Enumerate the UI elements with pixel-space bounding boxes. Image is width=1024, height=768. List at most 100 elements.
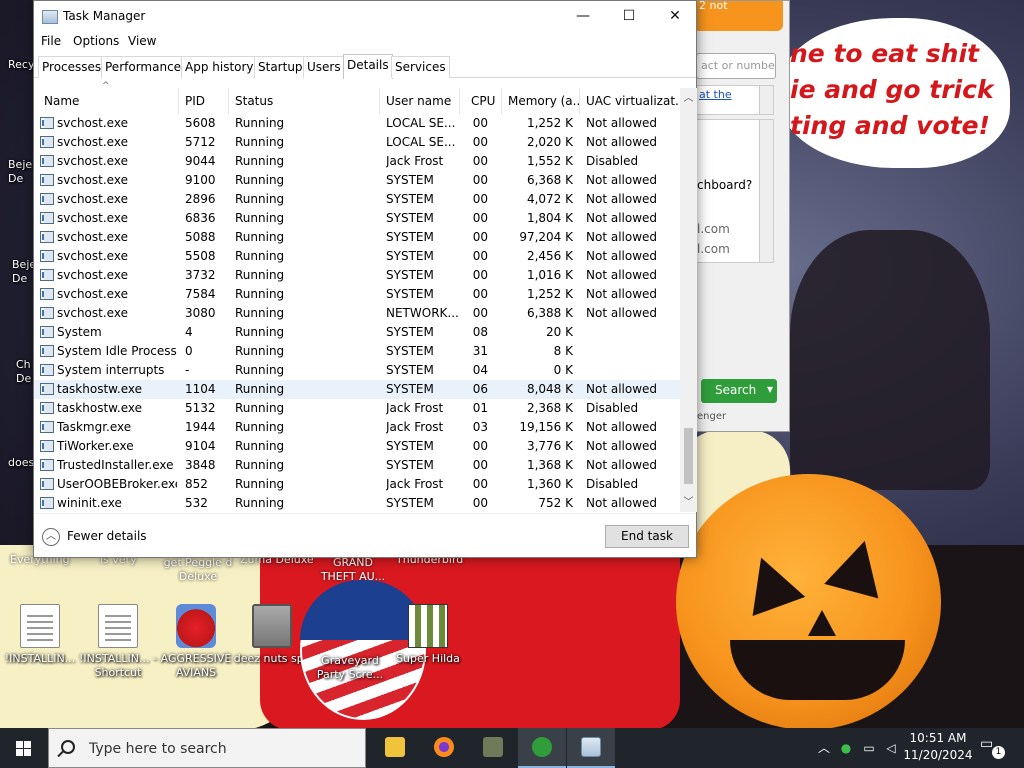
menu-file[interactable]: File bbox=[41, 34, 61, 48]
column-header-uac[interactable]: UAC virtualizat... bbox=[580, 88, 680, 114]
column-header-memory[interactable]: Memory (a... bbox=[502, 88, 580, 114]
table-row[interactable]: TiWorker.exe 9104 Running SYSTEM 00 3,776 K No… bbox=[34, 437, 680, 456]
tab-app-history[interactable]: App history bbox=[181, 56, 258, 78]
panel-scrollbar[interactable] bbox=[759, 86, 773, 114]
panel-text: chboard? bbox=[697, 178, 753, 192]
desktop-icon-installing-shortcut[interactable]: !INSTALLIN... - Shortcut bbox=[78, 604, 158, 680]
table-row[interactable]: svchost.exe 9100 Running SYSTEM 00 6,368 K Not… bbox=[34, 171, 680, 190]
table-row[interactable]: svchost.exe 6836 Running SYSTEM 00 1,804 K Not… bbox=[34, 209, 680, 228]
taskbar-search-box[interactable]: Type here to search bbox=[48, 728, 366, 768]
taskbar-task-manager[interactable] bbox=[567, 728, 615, 768]
panel-link[interactable]: at the bbox=[699, 88, 732, 101]
table-row[interactable]: svchost.exe 5088 Running SYSTEM 00 97,204 K No… bbox=[34, 228, 680, 247]
scrollbar-thumb[interactable] bbox=[684, 428, 693, 484]
desktop-icon-bejeweled-1[interactable]: Beje De bbox=[0, 158, 36, 186]
table-row[interactable]: TrustedInstaller.exe 3848 Running SYSTEM 00 1… bbox=[34, 456, 680, 475]
cell-pid: 5088 bbox=[185, 230, 216, 244]
tab-services[interactable]: Services bbox=[391, 56, 450, 78]
dropdown-arrow-icon[interactable]: ▾ bbox=[767, 382, 773, 396]
table-row[interactable]: System Idle Process 0 Running SYSTEM 31 8 K bbox=[34, 342, 680, 361]
desktop-icon-does[interactable]: does bbox=[0, 456, 36, 470]
tab-users[interactable]: Users bbox=[303, 56, 345, 78]
tab-details[interactable]: Details bbox=[343, 54, 393, 79]
table-row[interactable]: wininit.exe 532 Running SYSTEM 00 752 K Not al… bbox=[34, 494, 680, 512]
desktop-icon-bejeweled-2[interactable]: Beje De bbox=[0, 258, 36, 286]
desktop-icon-graveyard-party[interactable]: Graveyard Party Scre... bbox=[310, 654, 390, 682]
scroll-down-icon[interactable]: ﹀ bbox=[680, 494, 697, 511]
end-task-button[interactable]: End task bbox=[605, 525, 689, 548]
column-header-pid[interactable]: PID bbox=[179, 88, 229, 114]
column-header-user-name[interactable]: User name bbox=[380, 88, 460, 114]
tab-performance[interactable]: Performance bbox=[101, 56, 186, 78]
close-button[interactable]: ✕ bbox=[652, 1, 698, 32]
clock-time: 10:51 AM bbox=[909, 731, 967, 745]
process-icon bbox=[40, 174, 54, 186]
tab-processes[interactable]: Processes bbox=[38, 56, 106, 78]
desktop-icon-recycle-bin[interactable]: Recy bbox=[0, 58, 36, 72]
process-icon bbox=[40, 288, 54, 300]
chevron-up-tray-icon[interactable]: ︿ bbox=[816, 740, 832, 756]
maximize-button[interactable]: ☐ bbox=[606, 1, 652, 32]
desktop-icon-chuzzle[interactable]: Ch De bbox=[0, 358, 36, 386]
messenger-tray-icon[interactable]: ● bbox=[838, 740, 854, 756]
contact-search-input[interactable]: act or numbe bbox=[696, 53, 776, 79]
vertical-scrollbar[interactable]: ︿ ﹀ bbox=[680, 88, 697, 512]
cell-mem: 8 K bbox=[553, 344, 573, 358]
cell-mem: 8,048 K bbox=[526, 382, 573, 396]
table-row[interactable]: taskhostw.exe 1104 Running SYSTEM 06 8,048 K N… bbox=[34, 380, 680, 399]
table-row[interactable]: svchost.exe 5712 Running LOCAL SE... 00 2,020… bbox=[34, 133, 680, 152]
table-row[interactable]: svchost.exe 3732 Running SYSTEM 00 1,016 K Not… bbox=[34, 266, 680, 285]
notification-icon: ▭ bbox=[980, 736, 994, 752]
list-scrollbar[interactable] bbox=[759, 120, 773, 262]
table-row[interactable]: System 4 Running SYSTEM 08 20 K bbox=[34, 323, 680, 342]
cell-name: svchost.exe bbox=[57, 135, 128, 149]
network-icon[interactable]: ▭ bbox=[861, 740, 877, 756]
tab-startup[interactable]: Startup bbox=[254, 56, 307, 78]
title-bar[interactable]: Task Manager — ☐ ✕ bbox=[34, 1, 696, 32]
table-row[interactable]: svchost.exe 5508 Running SYSTEM 00 2,456 K Not… bbox=[34, 247, 680, 266]
table-row[interactable]: System interrupts - Running SYSTEM 04 0 K bbox=[34, 361, 680, 380]
cell-mem: 19,156 K bbox=[519, 420, 573, 434]
cell-user: SYSTEM bbox=[386, 192, 434, 206]
cell-name: svchost.exe bbox=[57, 249, 128, 263]
taskbar-tree-app[interactable] bbox=[469, 728, 517, 768]
chevron-up-icon[interactable]: ︿ bbox=[42, 528, 60, 546]
column-header-status[interactable]: Status bbox=[229, 88, 380, 114]
desktop-icon-installing[interactable]: !INSTALLIN... bbox=[0, 604, 80, 666]
start-button[interactable] bbox=[0, 728, 48, 768]
column-header-name[interactable]: Name bbox=[38, 88, 179, 114]
cell-mem: 2,020 K bbox=[526, 135, 573, 149]
scroll-up-icon[interactable]: ︿ bbox=[680, 90, 697, 107]
desktop-icon-aggressive-avians[interactable]: AGGRESSIVE AVIANS bbox=[156, 604, 236, 680]
taskbar-messenger[interactable] bbox=[518, 728, 566, 768]
search-button[interactable]: Search ▾ bbox=[701, 379, 777, 403]
cell-status: Running bbox=[235, 154, 285, 168]
desktop-icon-peggle[interactable]: get Peggle d Deluxe bbox=[163, 556, 233, 584]
table-row[interactable]: svchost.exe 2896 Running SYSTEM 00 4,072 K Not… bbox=[34, 190, 680, 209]
cell-status: Running bbox=[235, 477, 285, 491]
table-row[interactable]: UserOOBEBroker.exe 852 Running Jack Frost 00… bbox=[34, 475, 680, 494]
cell-mem: 4,072 K bbox=[526, 192, 573, 206]
table-row[interactable]: svchost.exe 5608 Running LOCAL SE... 00 1,252… bbox=[34, 114, 680, 133]
cell-uac: Not allowed bbox=[586, 249, 658, 263]
background-app-window[interactable]: 2 not act or numbe at the chboard? l.com… bbox=[690, 0, 790, 432]
clock[interactable]: 10:51 AM 11/20/2024 bbox=[902, 730, 974, 764]
taskbar-file-explorer[interactable] bbox=[371, 728, 419, 768]
taskbar-firefox[interactable] bbox=[420, 728, 468, 768]
desktop-icon-super-hilda[interactable]: Super Hilda bbox=[388, 604, 468, 666]
table-row[interactable]: svchost.exe 9044 Running Jack Frost 00 1,552 … bbox=[34, 152, 680, 171]
table-row[interactable]: svchost.exe 7584 Running SYSTEM 00 1,252 K Not… bbox=[34, 285, 680, 304]
menu-options[interactable]: Options bbox=[73, 34, 119, 48]
fewer-details-link[interactable]: Fewer details bbox=[67, 529, 147, 543]
volume-icon[interactable]: ◁ bbox=[883, 740, 899, 756]
task-manager-window[interactable]: Task Manager — ☐ ✕ File Options View Pro… bbox=[33, 0, 697, 558]
table-row[interactable]: taskhostw.exe 5132 Running Jack Frost 01 2,36… bbox=[34, 399, 680, 418]
cell-pid: - bbox=[185, 363, 190, 377]
column-header-cpu[interactable]: CPU bbox=[460, 88, 502, 114]
table-row[interactable]: svchost.exe 3080 Running NETWORK... 00 6,388 … bbox=[34, 304, 680, 323]
table-row[interactable]: Taskmgr.exe 1944 Running Jack Frost 03 19,156… bbox=[34, 418, 680, 437]
menu-view[interactable]: View bbox=[128, 34, 156, 48]
cell-status: Running bbox=[235, 382, 285, 396]
minimize-button[interactable]: — bbox=[560, 1, 606, 32]
notification-center-button[interactable]: ▭ 1 bbox=[980, 736, 1008, 760]
